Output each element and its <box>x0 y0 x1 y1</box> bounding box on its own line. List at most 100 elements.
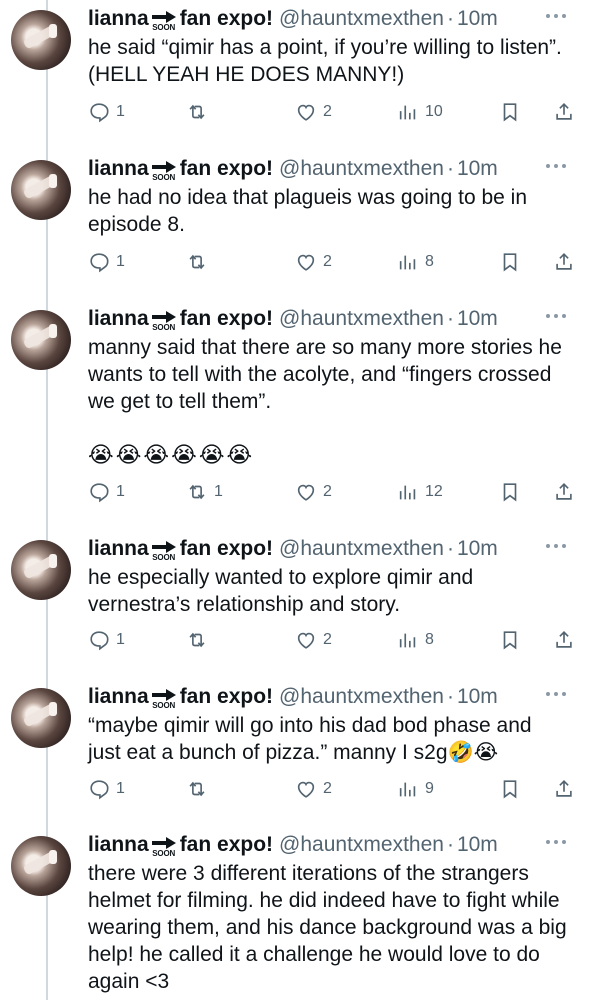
reply-count: 1 <box>116 631 125 648</box>
display-name[interactable]: lianna <box>88 157 149 181</box>
views-button[interactable]: 8 <box>397 628 434 652</box>
like-count: 2 <box>323 483 332 500</box>
display-name-suffix[interactable]: fan expo! <box>180 7 273 31</box>
display-name[interactable]: lianna <box>88 307 149 331</box>
retweet-button[interactable]: 1 <box>186 480 223 504</box>
user-handle[interactable]: @hauntxmexthen <box>279 537 444 561</box>
display-name-suffix[interactable]: fan expo! <box>180 537 273 561</box>
tweet-actions: 1 2 8 <box>88 250 580 274</box>
retweet-button[interactable] <box>186 100 214 124</box>
views-button[interactable]: 10 <box>397 100 443 124</box>
header-separator: · <box>446 685 454 708</box>
tweet-emoji-line: 😭😭😭😭😭😭 <box>88 442 255 467</box>
bookmark-button[interactable] <box>499 100 521 124</box>
tweet[interactable]: lianna SOON fan expo! @hauntxmexthen · 1… <box>0 830 592 993</box>
soon-badge-text: SOON <box>152 323 176 332</box>
tweet-header: lianna SOON fan expo! @hauntxmexthen · 1… <box>88 154 498 184</box>
retweet-button[interactable] <box>186 777 214 801</box>
share-button[interactable] <box>553 100 575 124</box>
bookmark-button[interactable] <box>499 480 521 504</box>
share-button[interactable] <box>553 777 575 801</box>
like-button[interactable]: 2 <box>295 100 332 124</box>
views-button[interactable]: 9 <box>397 777 434 801</box>
tweet-text: there were 3 different iterations of the… <box>88 862 573 993</box>
retweet-button[interactable] <box>186 250 214 274</box>
display-name[interactable]: lianna <box>88 685 149 709</box>
header-separator: · <box>446 537 454 560</box>
tweet[interactable]: lianna SOON fan expo! @hauntxmexthen · 1… <box>0 304 592 503</box>
more-icon[interactable] <box>546 544 566 550</box>
reply-button[interactable]: 1 <box>88 250 125 274</box>
bookmark-button[interactable] <box>499 250 521 274</box>
bookmark-button[interactable] <box>499 628 521 652</box>
view-count: 8 <box>425 631 434 648</box>
tweet-text: he had no idea that plagueis was going t… <box>88 186 533 236</box>
display-name[interactable]: lianna <box>88 7 149 31</box>
share-button[interactable] <box>553 628 575 652</box>
display-name[interactable]: lianna <box>88 537 149 561</box>
more-icon[interactable] <box>546 314 566 320</box>
user-handle[interactable]: @hauntxmexthen <box>279 307 444 331</box>
display-name-suffix[interactable]: fan expo! <box>180 307 273 331</box>
reply-count: 1 <box>116 253 125 270</box>
more-icon[interactable] <box>546 164 566 170</box>
bookmark-button[interactable] <box>499 777 521 801</box>
tweet-text: he said “qimir has a point, if you’re wi… <box>88 36 568 86</box>
tweet-timestamp[interactable]: 10m <box>457 833 498 857</box>
tweet-timestamp[interactable]: 10m <box>457 307 498 331</box>
display-name-suffix[interactable]: fan expo! <box>180 157 273 181</box>
avatar[interactable] <box>11 160 71 220</box>
like-button[interactable]: 2 <box>295 480 332 504</box>
views-button[interactable]: 12 <box>397 480 443 504</box>
tweet-timestamp[interactable]: 10m <box>457 685 498 709</box>
user-handle[interactable]: @hauntxmexthen <box>279 157 444 181</box>
avatar[interactable] <box>11 10 71 70</box>
retweet-icon <box>189 104 205 120</box>
reply-button[interactable]: 1 <box>88 100 125 124</box>
tweet-timestamp[interactable]: 10m <box>457 157 498 181</box>
tweet[interactable]: lianna SOON fan expo! @hauntxmexthen · 1… <box>0 534 592 674</box>
user-handle[interactable]: @hauntxmexthen <box>279 685 444 709</box>
retweet-icon <box>189 254 205 270</box>
more-icon[interactable] <box>546 692 566 698</box>
like-button[interactable]: 2 <box>295 777 332 801</box>
reply-button[interactable]: 1 <box>88 777 125 801</box>
display-name-suffix[interactable]: fan expo! <box>180 685 273 709</box>
retweet-icon <box>189 632 205 648</box>
retweet-button[interactable] <box>186 628 214 652</box>
display-name[interactable]: lianna <box>88 833 149 857</box>
header-separator: · <box>446 307 454 330</box>
share-button[interactable] <box>553 250 575 274</box>
user-handle[interactable]: @hauntxmexthen <box>279 833 444 857</box>
tweet-actions: 1 2 9 <box>88 777 580 801</box>
share-icon <box>556 483 572 500</box>
tweet-timestamp[interactable]: 10m <box>457 537 498 561</box>
avatar[interactable] <box>11 836 71 896</box>
tweet-timestamp[interactable]: 10m <box>457 7 498 31</box>
reply-button[interactable]: 1 <box>88 480 125 504</box>
like-button[interactable]: 2 <box>295 250 332 274</box>
reply-button[interactable]: 1 <box>88 628 125 652</box>
user-handle[interactable]: @hauntxmexthen <box>279 7 444 31</box>
soon-badge-text: SOON <box>152 173 176 182</box>
display-name-suffix[interactable]: fan expo! <box>180 833 273 857</box>
avatar[interactable] <box>11 540 71 600</box>
heart-icon <box>297 781 315 798</box>
more-icon[interactable] <box>546 14 566 20</box>
share-icon <box>556 780 572 797</box>
retweet-icon <box>189 484 205 500</box>
heart-icon <box>297 104 315 121</box>
reply-icon <box>90 103 109 123</box>
tweet[interactable]: lianna SOON fan expo! @hauntxmexthen · 1… <box>0 154 592 294</box>
avatar[interactable] <box>11 310 71 370</box>
more-icon[interactable] <box>546 840 566 846</box>
retweet-count: 1 <box>214 483 223 500</box>
share-button[interactable] <box>553 480 575 504</box>
reply-count: 1 <box>116 103 125 120</box>
tweet[interactable]: lianna SOON fan expo! @hauntxmexthen · 1… <box>0 682 592 822</box>
like-button[interactable]: 2 <box>295 628 332 652</box>
avatar[interactable] <box>11 688 71 748</box>
tweet-header: lianna SOON fan expo! @hauntxmexthen · 1… <box>88 4 498 34</box>
tweet[interactable]: lianna SOON fan expo! @hauntxmexthen · 1… <box>0 4 592 144</box>
views-button[interactable]: 8 <box>397 250 434 274</box>
